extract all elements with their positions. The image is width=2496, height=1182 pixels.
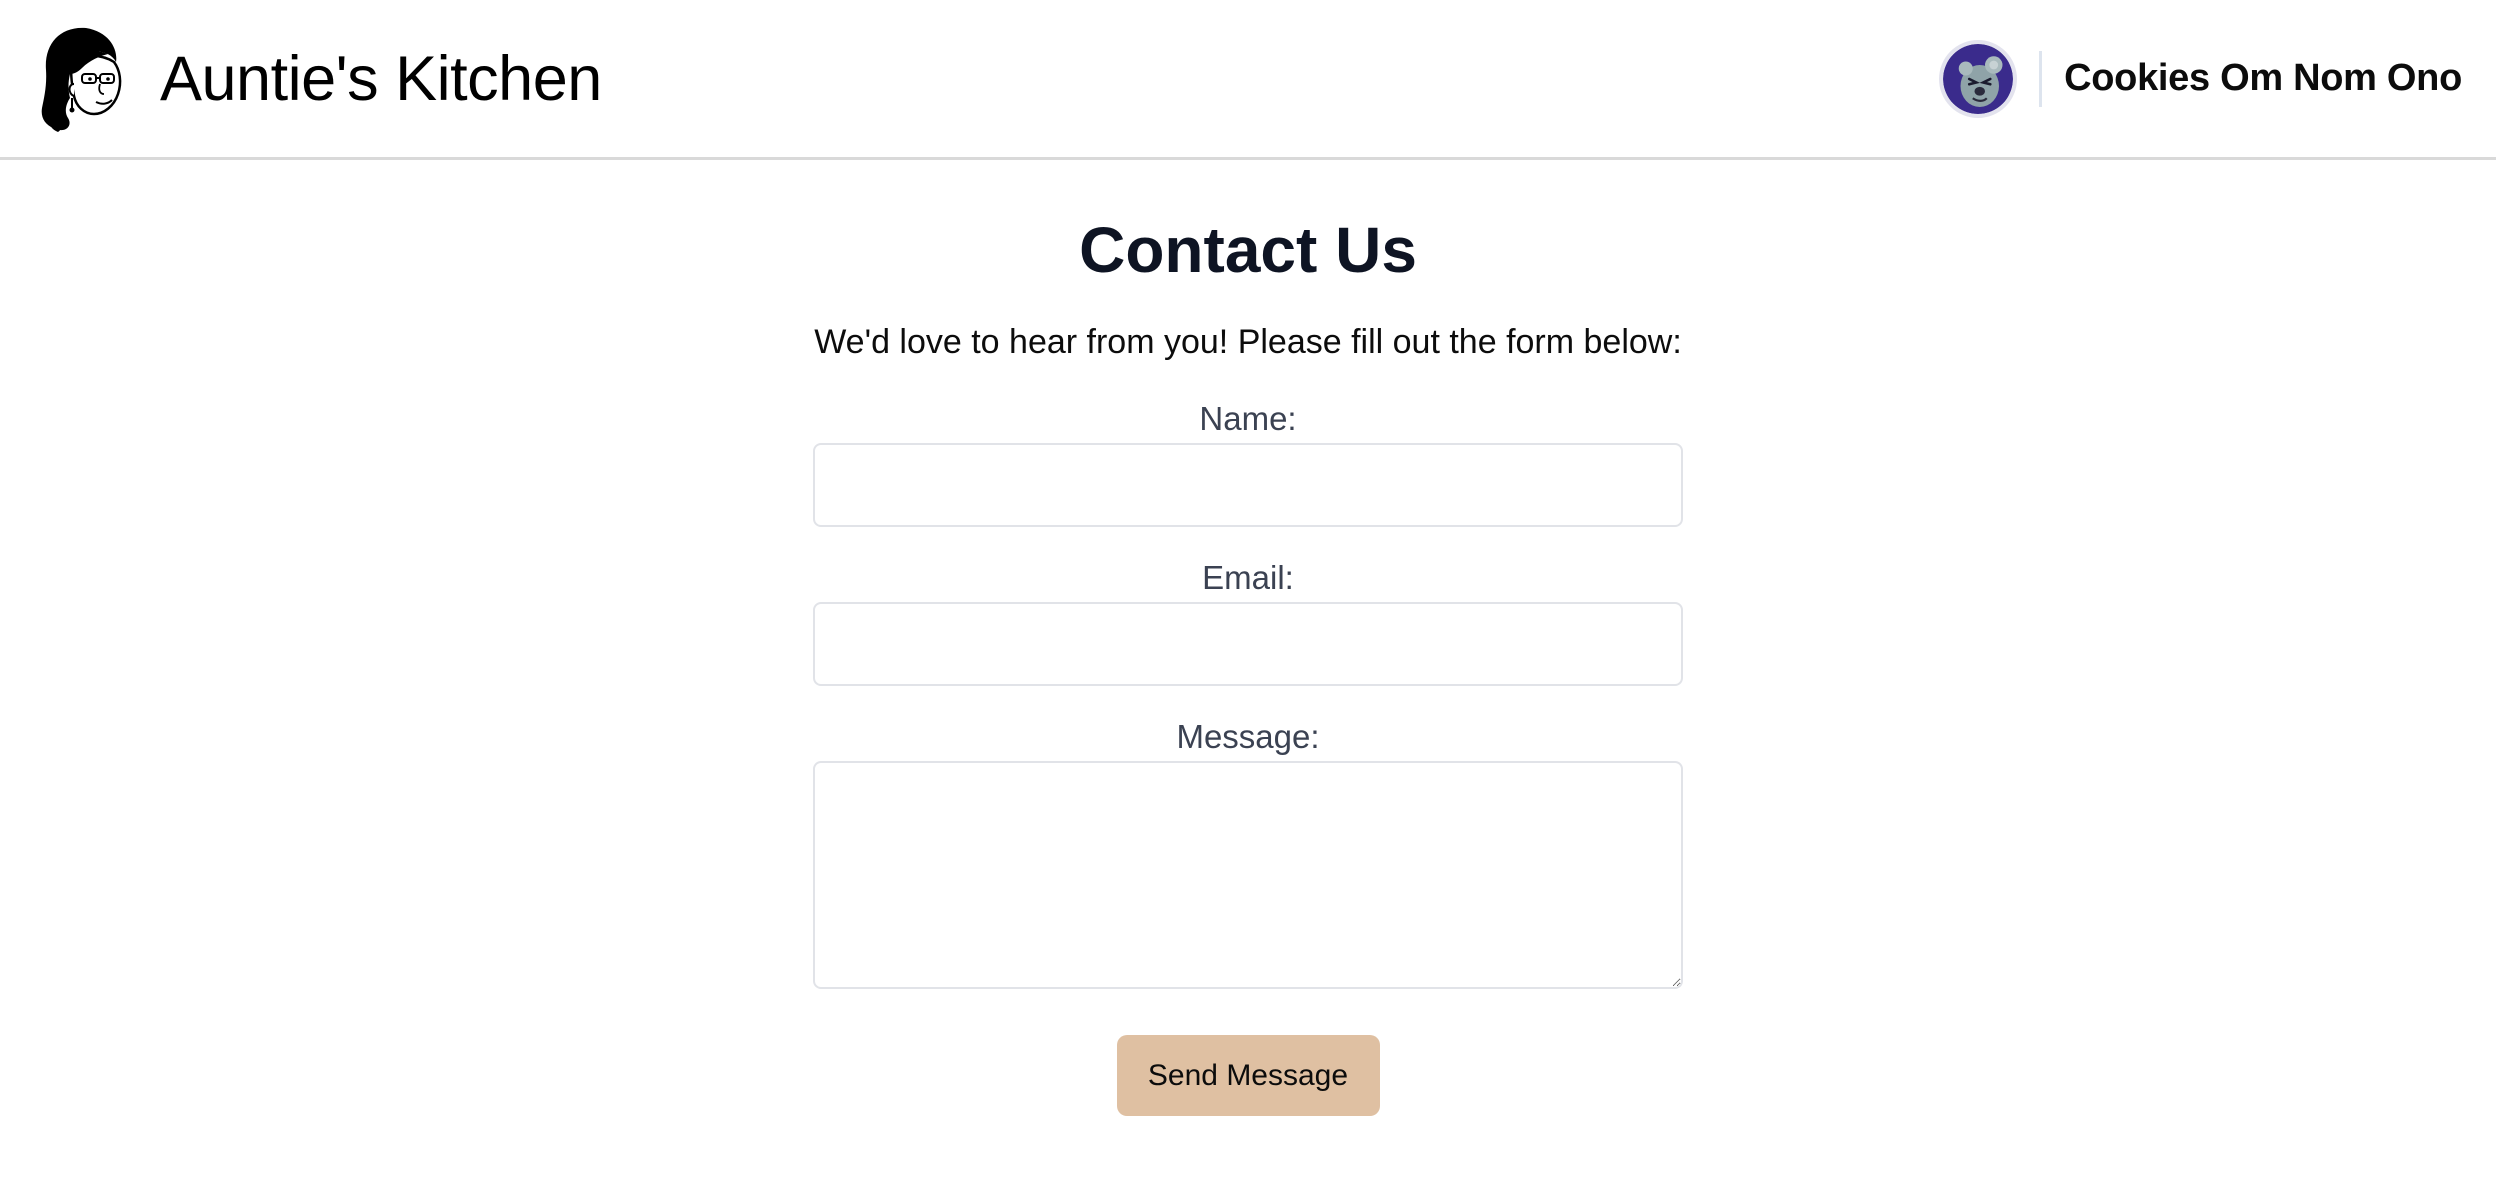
intro-text: We'd love to hear from you! Please fill … [814,322,1682,361]
message-textarea[interactable] [813,761,1683,990]
brand-home-link[interactable]: Auntie's Kitchen [38,24,602,134]
auntie-face-logo-icon [38,24,124,134]
page-title: Contact Us [1079,214,1417,286]
name-input[interactable] [813,443,1683,528]
header-divider [2039,50,2043,107]
contact-section: Contact Us We'd love to hear from you! P… [813,214,1683,1117]
contact-form: Name: Email: Message: Send Message [813,400,1683,1117]
send-message-button[interactable]: Send Message [1116,1035,1380,1117]
message-label: Message: [1176,718,1320,756]
user-profile: Cookies Om Nom Ono [1939,39,2462,118]
user-name-link[interactable]: Cookies Om Nom Ono [2064,57,2462,100]
name-label: Name: [1199,400,1297,438]
user-avatar-icon[interactable] [1939,39,2018,118]
email-label: Email: [1202,559,1294,597]
brand-title: Auntie's Kitchen [160,43,602,114]
site-header: Auntie's Kitchen Cookies Om Nom Ono [0,0,2496,160]
email-input[interactable] [813,602,1683,687]
